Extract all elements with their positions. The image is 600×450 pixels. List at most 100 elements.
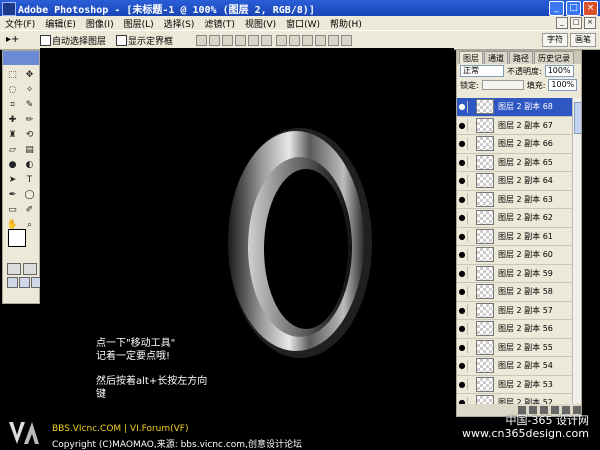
- link-icon[interactable]: [467, 359, 476, 372]
- crop-tool-icon[interactable]: ⌗: [5, 98, 20, 112]
- eye-icon[interactable]: ●: [457, 269, 467, 278]
- link-icon[interactable]: [467, 193, 476, 206]
- eye-icon[interactable]: ●: [457, 213, 467, 222]
- layer-style-icon[interactable]: [518, 406, 526, 414]
- link-icon[interactable]: [467, 230, 476, 243]
- lock-buttons[interactable]: [481, 80, 524, 90]
- menu-file[interactable]: 文件(F): [0, 17, 40, 30]
- fill-input[interactable]: 100%: [548, 79, 578, 91]
- move-tool-preset-icon[interactable]: ▸+: [6, 34, 19, 45]
- healing-brush-icon[interactable]: ✚: [5, 113, 20, 127]
- link-icon[interactable]: [467, 174, 476, 187]
- document-canvas[interactable]: 点一下"移动工具" 记着一定要点哦! 然后按着alt+长按左方向 键: [40, 48, 454, 408]
- distribute-top-icon[interactable]: [276, 35, 287, 46]
- link-icon[interactable]: [467, 285, 476, 298]
- link-icon[interactable]: [467, 322, 476, 335]
- dodge-tool-icon[interactable]: ◐: [22, 158, 37, 172]
- clone-stamp-icon[interactable]: ♜: [5, 128, 20, 142]
- distribute-left-icon[interactable]: [315, 35, 326, 46]
- eye-icon[interactable]: ●: [457, 361, 467, 370]
- close-button[interactable]: ×: [583, 1, 598, 16]
- align-hcenter-icon[interactable]: [248, 35, 259, 46]
- layer-row[interactable]: ● 图层 2 副本 66: [457, 135, 573, 154]
- layer-row[interactable]: ● 图层 2 副本 59: [457, 265, 573, 283]
- link-icon[interactable]: [467, 211, 476, 224]
- screen-mode-standard-icon[interactable]: [7, 277, 18, 288]
- eye-icon[interactable]: ●: [457, 121, 467, 130]
- brush-tool-icon[interactable]: ✏: [22, 113, 37, 127]
- link-icon[interactable]: [467, 378, 476, 391]
- history-brush-icon[interactable]: ⟲: [22, 128, 37, 142]
- opacity-input[interactable]: 100%: [544, 65, 574, 77]
- menu-help[interactable]: 帮助(H): [325, 17, 367, 30]
- eye-icon[interactable]: ●: [457, 102, 467, 111]
- minimize-button[interactable]: _: [549, 1, 564, 16]
- layers-scrollbar[interactable]: [572, 98, 581, 403]
- tab-layers[interactable]: 图层: [459, 51, 483, 64]
- layer-row[interactable]: ● 图层 2 副本 68: [457, 98, 573, 117]
- eye-icon[interactable]: ●: [457, 195, 467, 204]
- link-icon[interactable]: [467, 156, 476, 169]
- layer-row[interactable]: ● 图层 2 副本 60: [457, 246, 573, 265]
- trash-icon[interactable]: [573, 406, 581, 414]
- tab-channels[interactable]: 通道: [484, 51, 508, 64]
- eye-icon[interactable]: ●: [457, 232, 467, 241]
- layer-row[interactable]: ● 图层 2 副本 63: [457, 191, 573, 209]
- link-icon[interactable]: [467, 248, 476, 261]
- align-top-icon[interactable]: [196, 35, 207, 46]
- type-tool-icon[interactable]: T: [22, 173, 37, 187]
- layer-row[interactable]: ● 图层 2 副本 55: [457, 339, 573, 357]
- doc-close-button[interactable]: ×: [584, 17, 596, 29]
- tab-paths[interactable]: 路径: [509, 51, 533, 64]
- move-tool-icon[interactable]: ✥: [22, 68, 37, 82]
- layer-row[interactable]: ● 图层 2 副本 57: [457, 302, 573, 320]
- eye-icon[interactable]: ●: [457, 287, 467, 296]
- menu-edit[interactable]: 编辑(E): [40, 17, 81, 30]
- shape-tool-icon[interactable]: ◯: [22, 188, 37, 202]
- lasso-tool-icon[interactable]: ◌: [5, 83, 20, 97]
- dock-tab-brushes[interactable]: 画笔: [570, 33, 596, 47]
- pen-tool-icon[interactable]: ✒: [5, 188, 20, 202]
- gradient-tool-icon[interactable]: ▤: [22, 143, 37, 157]
- marquee-tool-icon[interactable]: ⬚: [5, 68, 20, 82]
- eye-icon[interactable]: ●: [457, 343, 467, 352]
- tab-history[interactable]: 历史记录: [534, 51, 574, 64]
- menu-window[interactable]: 窗口(W): [281, 17, 325, 30]
- eye-icon[interactable]: ●: [457, 158, 467, 167]
- distribute-hcenter-icon[interactable]: [328, 35, 339, 46]
- eraser-tool-icon[interactable]: ▱: [5, 143, 20, 157]
- menu-image[interactable]: 图像(I): [81, 17, 119, 30]
- screen-mode-menu-icon[interactable]: [19, 277, 30, 288]
- path-select-icon[interactable]: ➤: [5, 173, 20, 187]
- layer-row[interactable]: ● 图层 2 副本 62: [457, 209, 573, 228]
- align-left-icon[interactable]: [235, 35, 246, 46]
- distribute-right-icon[interactable]: [341, 35, 352, 46]
- distribute-vcenter-icon[interactable]: [289, 35, 300, 46]
- notes-tool-icon[interactable]: ▭: [5, 203, 20, 217]
- show-bounds-checkbox[interactable]: [116, 35, 127, 46]
- foreground-color-swatch[interactable]: [8, 229, 26, 247]
- magic-wand-icon[interactable]: ✧: [22, 83, 37, 97]
- blend-mode-select[interactable]: 正常: [460, 65, 504, 77]
- add-mask-icon[interactable]: [529, 406, 537, 414]
- link-icon[interactable]: [467, 267, 476, 280]
- doc-minimize-button[interactable]: _: [556, 17, 568, 29]
- link-icon[interactable]: [467, 119, 476, 132]
- distribute-bottom-icon[interactable]: [302, 35, 313, 46]
- eye-icon[interactable]: ●: [457, 380, 467, 389]
- new-set-icon[interactable]: [540, 406, 548, 414]
- auto-select-checkbox[interactable]: [40, 35, 51, 46]
- align-bottom-icon[interactable]: [222, 35, 233, 46]
- layer-row[interactable]: ● 图层 2 副本 61: [457, 228, 573, 246]
- eye-icon[interactable]: ●: [457, 324, 467, 333]
- slice-tool-icon[interactable]: ✎: [22, 98, 37, 112]
- link-icon[interactable]: [467, 304, 476, 317]
- eye-icon[interactable]: ●: [457, 306, 467, 315]
- eye-icon[interactable]: ●: [457, 139, 467, 148]
- layer-row[interactable]: ● 图层 2 副本 67: [457, 117, 573, 135]
- dock-tab-character[interactable]: 字符: [542, 33, 568, 47]
- layer-row[interactable]: ● 图层 2 副本 54: [457, 357, 573, 376]
- doc-restore-button[interactable]: □: [570, 17, 582, 29]
- layer-row[interactable]: ● 图层 2 副本 56: [457, 320, 573, 339]
- quick-mask-mode-icon[interactable]: [23, 263, 37, 275]
